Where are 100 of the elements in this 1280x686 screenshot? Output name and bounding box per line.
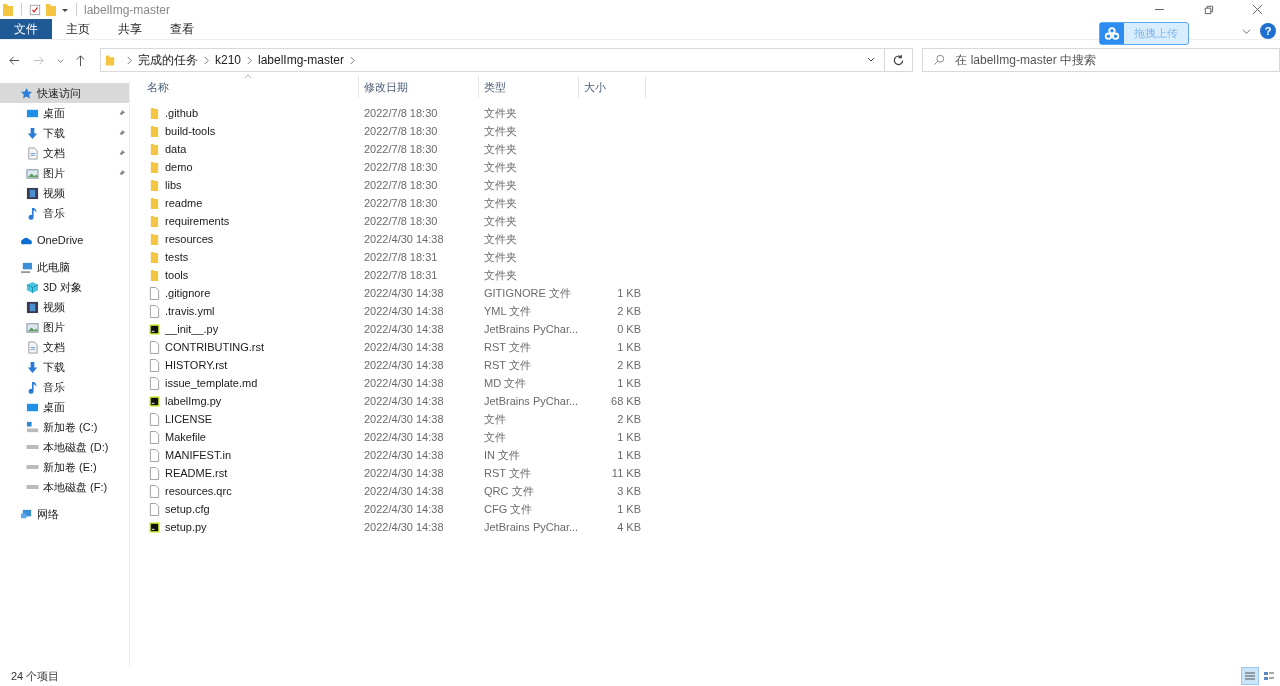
sidebar-label: 此电脑 — [37, 259, 70, 275]
pin-icon[interactable] — [117, 108, 126, 118]
sidebar-item[interactable]: 音乐 — [0, 377, 129, 397]
sidebar-item[interactable]: 桌面 — [0, 397, 129, 417]
search-field[interactable]: 在 labelImg-master 中搜索 — [922, 48, 1280, 72]
star-icon — [20, 86, 33, 100]
file-name: HISTORY.rst — [165, 359, 228, 371]
sidebar-item[interactable]: 图片 — [0, 317, 129, 337]
column-header[interactable]: 名称 — [147, 79, 169, 95]
sidebar-item[interactable]: 音乐 — [0, 203, 129, 223]
sidebar-item[interactable]: 视频 — [0, 297, 129, 317]
sidebar-item[interactable]: 新加卷 (E:) — [0, 457, 129, 477]
file-type: RST 文件 — [484, 357, 531, 373]
ribbon-tab[interactable]: 文件 — [0, 19, 52, 39]
breadcrumb-item[interactable]: 完成的任务 — [137, 51, 198, 69]
file-row[interactable]: readme 2022/7/8 18:30 文件夹 — [147, 194, 1280, 212]
file-size: 1 KB — [617, 341, 641, 353]
sidebar-item[interactable]: 桌面 — [0, 103, 129, 123]
file-row[interactable]: issue_template.md 2022/4/30 14:38 MD 文件 1 KB — [147, 374, 1280, 392]
column-header[interactable]: 类型 — [479, 79, 506, 95]
sidebar-item[interactable]: 文档 — [0, 337, 129, 357]
file-row[interactable]: Makefile 2022/4/30 14:38 文件 1 KB — [147, 428, 1280, 446]
file-row[interactable]: requirements 2022/7/8 18:30 文件夹 — [147, 212, 1280, 230]
window-title: labelImg-master — [84, 2, 171, 17]
modified-date: 2022/4/30 14:38 — [364, 449, 444, 461]
sidebar-item[interactable]: 本地磁盘 (F:) — [0, 477, 129, 497]
file-row[interactable]: HISTORY.rst 2022/4/30 14:38 RST 文件 2 KB — [147, 356, 1280, 374]
file-row[interactable]: libs 2022/7/8 18:30 文件夹 — [147, 176, 1280, 194]
pin-icon[interactable] — [117, 128, 126, 138]
sidebar-item[interactable]: 下载 — [0, 357, 129, 377]
file-row[interactable]: tools 2022/7/8 18:31 文件夹 — [147, 266, 1280, 284]
file-size: 1 KB — [617, 431, 641, 443]
file-type: 文件夹 — [484, 249, 517, 265]
file-row[interactable]: setup.py 2022/4/30 14:38 JetBrains PyChar... 4 KB — [147, 518, 1280, 536]
chevron-icon — [349, 55, 356, 65]
sidebar-item[interactable]: 网络 — [0, 504, 129, 524]
sidebar-item[interactable]: 新加卷 (C:) — [0, 417, 129, 437]
file-row[interactable]: labelImg.py 2022/4/30 14:38 JetBrains PyChar... 68 KB — [147, 392, 1280, 410]
file-icon — [149, 286, 160, 300]
pin-icon[interactable] — [117, 168, 126, 178]
breadcrumb-item[interactable]: k210 — [214, 53, 241, 67]
music-note-icon — [28, 206, 37, 220]
sidebar-item[interactable]: 图片 — [0, 163, 129, 183]
file-name: tests — [165, 251, 189, 263]
column-header[interactable]: 修改日期 — [359, 79, 408, 95]
column-header[interactable]: 大小 — [579, 79, 606, 95]
modified-date: 2022/4/30 14:38 — [364, 377, 444, 389]
modified-date: 2022/7/8 18:30 — [364, 125, 438, 137]
file-row[interactable]: LICENSE 2022/4/30 14:38 文件 2 KB — [147, 410, 1280, 428]
sidebar-label: OneDrive — [37, 234, 84, 246]
pycharm-file-icon — [149, 394, 160, 408]
sidebar-item[interactable]: 下载 — [0, 123, 129, 143]
refresh-icon — [892, 53, 906, 67]
file-row[interactable]: .travis.yml 2022/4/30 14:38 YML 文件 2 KB — [147, 302, 1280, 320]
sidebar-item[interactable]: 3D 对象 — [0, 277, 129, 297]
file-size: 4 KB — [617, 521, 641, 533]
close-icon[interactable] — [1252, 4, 1263, 15]
file-row[interactable]: MANIFEST.in 2022/4/30 14:38 IN 文件 1 KB — [147, 446, 1280, 464]
network-icon — [20, 507, 33, 521]
file-name: tools — [165, 269, 189, 281]
pin-icon[interactable] — [117, 148, 126, 158]
modified-date: 2022/7/8 18:31 — [364, 251, 438, 263]
file-row[interactable]: build-tools 2022/7/8 18:30 文件夹 — [147, 122, 1280, 140]
sidebar-item[interactable]: 视频 — [0, 183, 129, 203]
sidebar-label: 文档 — [43, 145, 65, 161]
file-row[interactable]: __init__.py 2022/4/30 14:38 JetBrains PyChar... 0 KB — [147, 320, 1280, 338]
properties-icon[interactable] — [29, 2, 41, 17]
file-row[interactable]: resources 2022/4/30 14:38 文件夹 — [147, 230, 1280, 248]
sidebar-label: 快速访问 — [37, 85, 81, 101]
file-name: setup.cfg — [165, 503, 210, 515]
system-drive-icon — [26, 420, 39, 434]
file-row[interactable]: .gitignore 2022/4/30 14:38 GITIGNORE 文件 1 KB — [147, 284, 1280, 302]
file-row[interactable]: .github 2022/7/8 18:30 文件夹 — [147, 104, 1280, 122]
file-row[interactable]: README.rst 2022/4/30 14:38 RST 文件 11 KB — [147, 464, 1280, 482]
restore-icon[interactable] — [1203, 4, 1214, 15]
ribbon-tab[interactable]: 主页 — [52, 19, 104, 39]
file-size: 1 KB — [617, 287, 641, 299]
file-row[interactable]: CONTRIBUTING.rst 2022/4/30 14:38 RST 文件 1 KB — [147, 338, 1280, 356]
refresh-button[interactable] — [885, 48, 914, 72]
file-row[interactable]: data 2022/7/8 18:30 文件夹 — [147, 140, 1280, 158]
sidebar-item[interactable]: 本地磁盘 (D:) — [0, 437, 129, 457]
file-row[interactable]: tests 2022/7/8 18:31 文件夹 — [147, 248, 1280, 266]
file-row[interactable]: demo 2022/7/8 18:30 文件夹 — [147, 158, 1280, 176]
file-type: JetBrains PyChar... — [484, 323, 579, 335]
sidebar-item[interactable]: 快速访问 — [0, 83, 129, 103]
folder-icon — [149, 106, 160, 120]
sidebar-item[interactable]: OneDrive — [0, 230, 129, 250]
address-bar[interactable]: 完成的任务 k210 labelImg-master — [99, 48, 886, 72]
sidebar-item[interactable]: 文档 — [0, 143, 129, 163]
file-row[interactable]: setup.cfg 2022/4/30 14:38 CFG 文件 1 KB — [147, 500, 1280, 518]
sidebar-item[interactable]: 此电脑 — [0, 257, 129, 277]
ribbon-tab[interactable]: 共享 — [104, 19, 156, 39]
chevron-icon — [202, 55, 210, 65]
file-row[interactable]: resources.qrc 2022/4/30 14:38 QRC 文件 3 KB — [147, 482, 1280, 500]
ribbon-tab[interactable]: 查看 — [156, 19, 208, 39]
file-icon — [149, 340, 160, 354]
file-type: RST 文件 — [484, 465, 531, 481]
help-button[interactable]: ? — [1260, 23, 1276, 39]
details-view-icon[interactable] — [1242, 668, 1258, 684]
breadcrumb-item[interactable]: labelImg-master — [258, 53, 344, 67]
